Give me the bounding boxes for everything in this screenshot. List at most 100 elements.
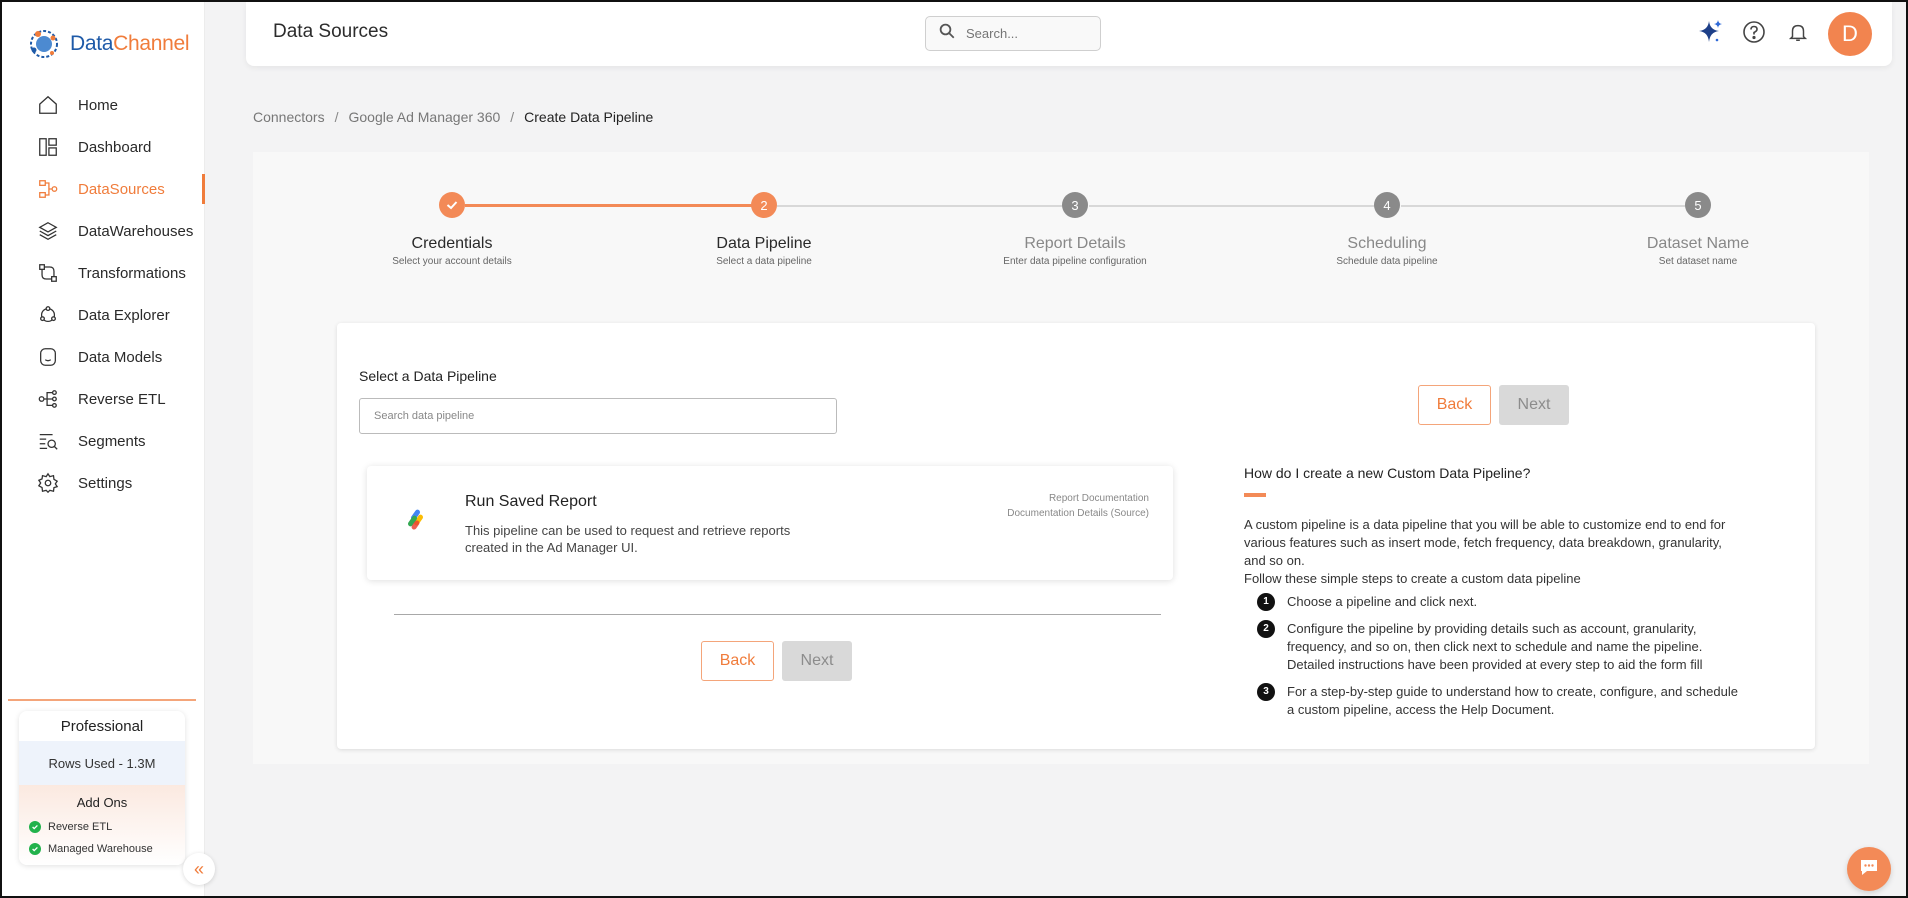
- sidebar-item-label: Transformations: [78, 264, 186, 282]
- sidebar-item-label: Reverse ETL: [78, 390, 166, 408]
- brand-name: DataChannel: [70, 32, 190, 55]
- top-header: Data Sources D: [246, 2, 1892, 66]
- data-explorer-icon: [36, 303, 60, 327]
- select-pipeline-label: Select a Data Pipeline: [359, 368, 497, 384]
- step-subtitle: Select a data pipeline: [716, 256, 812, 267]
- sidebar-item-label: Segments: [78, 432, 146, 450]
- brand-logo[interactable]: DataChannel: [26, 22, 190, 66]
- datasources-icon: [36, 177, 60, 201]
- report-documentation-link[interactable]: Report Documentation: [1007, 491, 1149, 506]
- sidebar-item-label: Home: [78, 96, 119, 114]
- sidebar-item-transformations[interactable]: Transformations: [2, 252, 205, 294]
- sidebar-item-segments[interactable]: Segments: [2, 420, 205, 462]
- notifications-button[interactable]: [1776, 12, 1820, 56]
- sidebar-item-data-models[interactable]: Data Models: [2, 336, 205, 378]
- step-report-details[interactable]: 3 Report Details Enter data pipeline con…: [945, 192, 1205, 267]
- breadcrumb-connector[interactable]: Google Ad Manager 360: [348, 109, 500, 125]
- next-button-bottom[interactable]: Next: [782, 641, 852, 681]
- step-subtitle: Enter data pipeline configuration: [1003, 256, 1147, 267]
- step-number-badge: 1: [1257, 593, 1275, 611]
- bell-icon: [1787, 21, 1809, 48]
- step-dataset-name[interactable]: 5 Dataset Name Set dataset name: [1568, 192, 1828, 267]
- step-title: Scheduling: [1347, 235, 1427, 252]
- step-number-badge: 3: [1257, 683, 1275, 701]
- form-divider: [394, 614, 1161, 615]
- addons-title: Add Ons: [76, 795, 128, 810]
- collapse-sidebar-button[interactable]: «: [183, 853, 215, 885]
- search-input[interactable]: [966, 26, 1086, 41]
- sidebar-item-settings[interactable]: Settings: [2, 462, 205, 504]
- step-number: 5: [1685, 192, 1711, 218]
- step-scheduling[interactable]: 4 Scheduling Schedule data pipeline: [1257, 192, 1517, 267]
- home-icon: [36, 93, 60, 117]
- back-button-bottom[interactable]: Back: [701, 641, 774, 681]
- breadcrumb-separator: /: [334, 109, 339, 125]
- step-number-badge: 2: [1257, 620, 1275, 638]
- step-number: 2: [751, 192, 777, 218]
- step-title: Data Pipeline: [716, 235, 812, 252]
- sidebar-item-label: Dashboard: [78, 138, 152, 156]
- header-actions: D: [1688, 12, 1872, 56]
- source-documentation-link[interactable]: Documentation Details (Source): [1007, 506, 1149, 521]
- step-title: Credentials: [411, 235, 493, 252]
- rows-used: Rows Used - 1.3M: [19, 741, 185, 785]
- ai-sparkle-button[interactable]: [1688, 12, 1732, 56]
- step-subtitle: Select your account details: [392, 256, 512, 267]
- datachannel-logo-icon: [26, 26, 62, 62]
- breadcrumb-connectors[interactable]: Connectors: [253, 109, 325, 125]
- double-chevron-left-icon: «: [193, 858, 204, 879]
- step-credentials[interactable]: Credentials Select your account details: [322, 192, 582, 267]
- sparkle-icon: [1696, 18, 1724, 51]
- plan-title: Professional: [60, 717, 144, 735]
- addon-item: Reverse ETL: [19, 816, 185, 838]
- sidebar-item-datawarehouses[interactable]: DataWarehouses: [2, 210, 205, 252]
- pipeline-option-run-saved-report[interactable]: Run Saved Report This pipeline can be us…: [367, 466, 1173, 580]
- segments-icon: [36, 429, 60, 453]
- breadcrumb: Connectors / Google Ad Manager 360 / Cre…: [253, 109, 653, 125]
- help-button[interactable]: [1732, 12, 1776, 56]
- sidebar-item-label: Settings: [78, 474, 133, 492]
- user-avatar[interactable]: D: [1828, 12, 1872, 56]
- plan-card: Professional Rows Used - 1.3M Add Ons Re…: [19, 711, 185, 865]
- step-number: 4: [1374, 192, 1400, 218]
- sidebar-item-dashboard[interactable]: Dashboard: [2, 126, 205, 168]
- reverse-etl-icon: [36, 387, 60, 411]
- sidebar-item-label: DataWarehouses: [78, 222, 194, 240]
- help-step: 1 Choose a pipeline and click next.: [1257, 593, 1747, 611]
- pipeline-search-input[interactable]: [359, 398, 837, 434]
- sidebar-item-data-explorer[interactable]: Data Explorer: [2, 294, 205, 336]
- google-ad-manager-icon: [404, 508, 428, 532]
- breadcrumb-current: Create Data Pipeline: [524, 109, 654, 125]
- next-button-top[interactable]: Next: [1499, 385, 1569, 425]
- sidebar-item-label: Data Explorer: [78, 306, 170, 324]
- dashboard-icon: [36, 135, 60, 159]
- step-title: Report Details: [1024, 235, 1126, 252]
- chat-bubble-icon: [1857, 855, 1881, 884]
- sidebar-item-home[interactable]: Home: [2, 84, 205, 126]
- data-models-icon: [36, 345, 60, 369]
- check-circle-icon: [29, 821, 41, 833]
- help-description: A custom pipeline is a data pipeline tha…: [1244, 517, 1726, 586]
- check-circle-icon: [29, 843, 41, 855]
- pipeline-doc-links: Report Documentation Documentation Detai…: [1007, 491, 1149, 521]
- sidebar-item-reverse-etl[interactable]: Reverse ETL: [2, 378, 205, 420]
- chat-support-button[interactable]: [1847, 847, 1891, 891]
- step-data-pipeline[interactable]: 2 Data Pipeline Select a data pipeline: [634, 192, 894, 267]
- step-complete-check-icon: [439, 192, 465, 218]
- sidebar-item-label: Data Models: [78, 348, 163, 366]
- step-number: 3: [1062, 192, 1088, 218]
- pipeline-description: This pipeline can be used to request and…: [465, 523, 791, 555]
- global-search[interactable]: [925, 16, 1101, 51]
- addons-section: Add Ons Reverse ETL Managed Warehouse: [19, 785, 185, 865]
- step-subtitle: Schedule data pipeline: [1336, 256, 1438, 267]
- step-title: Dataset Name: [1646, 235, 1750, 252]
- help-step: 3 For a step-by-step guide to understand…: [1257, 683, 1747, 719]
- sidebar-item-datasources[interactable]: DataSources: [2, 168, 205, 210]
- plan-divider: [8, 699, 196, 701]
- transformations-icon: [36, 261, 60, 285]
- help-step: 2 Configure the pipeline by providing de…: [1257, 620, 1747, 674]
- step-subtitle: Set dataset name: [1658, 256, 1738, 267]
- back-button-top[interactable]: Back: [1418, 385, 1491, 425]
- gear-icon: [36, 471, 60, 495]
- help-title: How do I create a new Custom Data Pipeli…: [1244, 465, 1531, 481]
